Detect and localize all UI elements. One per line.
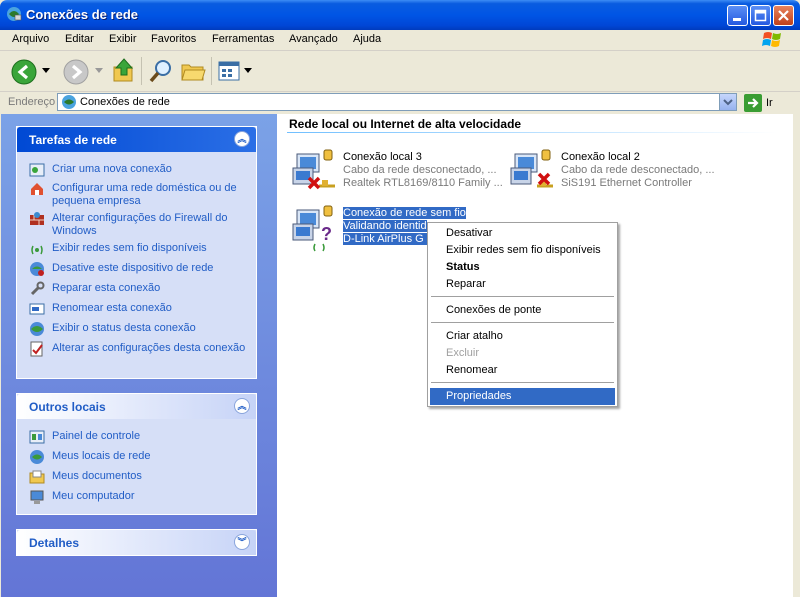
menu-editar[interactable]: Editar — [65, 33, 94, 45]
connection-name: Conexão de rede sem fio — [343, 207, 466, 219]
folders-icon[interactable] — [179, 57, 207, 85]
menu-ajuda[interactable]: Ajuda — [353, 33, 381, 45]
wireless-connection-icon: ? — [292, 205, 333, 252]
views-icon[interactable] — [217, 59, 243, 83]
other-places-header[interactable]: Outros locais ︽ — [17, 394, 256, 419]
title-bar[interactable]: Conexões de rede — [0, 0, 800, 30]
status-icon — [30, 322, 44, 336]
maximize-button[interactable] — [750, 5, 771, 26]
close-icon — [778, 10, 789, 21]
connection-status: Cabo da rede desconectado, ... — [561, 164, 715, 176]
network-tasks-header[interactable]: Tarefas de rede ︽ — [17, 127, 256, 152]
wireless-icon — [31, 245, 43, 255]
settings-icon — [30, 341, 43, 357]
ctx-separator — [431, 296, 614, 297]
task-pane: Tarefas de rede ︽ Criar uma nova conexão… — [1, 114, 277, 597]
connection-name: Conexão local 3 — [343, 151, 422, 163]
network-tasks-panel: Tarefas de rede ︽ Criar uma nova conexão… — [16, 126, 257, 379]
menu-arquivo[interactable]: Arquivo — [12, 33, 49, 45]
network-tasks-title: Tarefas de rede — [29, 133, 117, 147]
toolbar — [0, 51, 800, 92]
connection-status: Validando identid — [343, 220, 427, 232]
details-header[interactable]: Detalhes ︾ — [17, 530, 256, 555]
ctx-create-shortcut[interactable]: Criar atalho — [430, 328, 615, 345]
ctx-repair[interactable]: Reparar — [430, 276, 615, 293]
address-input[interactable]: Conexões de rede — [57, 93, 737, 111]
ctx-separator — [431, 322, 614, 323]
home-network-icon — [31, 183, 43, 195]
forward-icon[interactable] — [62, 58, 90, 86]
search-icon[interactable] — [147, 57, 175, 85]
details-title: Detalhes — [29, 536, 80, 550]
minimize-icon — [733, 18, 741, 21]
collapse-chevron-icon[interactable]: ︽ — [234, 398, 250, 414]
documents-icon — [29, 470, 45, 484]
other-places-panel: Outros locais ︽ Painel de controle Meus … — [16, 393, 257, 515]
back-dropdown-icon[interactable] — [42, 68, 50, 74]
address-dropdown-button[interactable] — [719, 94, 736, 110]
views-dropdown-icon[interactable] — [244, 68, 252, 74]
details-panel: Detalhes ︾ — [16, 529, 257, 556]
menu-bar: Arquivo Editar Exibir Favoritos Ferramen… — [0, 30, 800, 51]
connection-name: Conexão local 2 — [561, 151, 640, 163]
computer-icon — [30, 490, 44, 504]
connection-local-3[interactable]: Conexão local 3 Cabo da rede desconectad… — [291, 148, 511, 196]
connection-device: SiS191 Ethernet Controller — [561, 177, 692, 189]
ctx-status[interactable]: Status — [430, 259, 615, 276]
section-title: Rede local ou Internet de alta velocidad… — [289, 117, 522, 131]
rename-icon — [29, 303, 45, 315]
minimize-button[interactable] — [727, 5, 748, 26]
control-panel-icon — [29, 430, 45, 444]
svg-text:?: ? — [321, 224, 332, 244]
up-folder-icon[interactable] — [110, 57, 138, 85]
section-divider — [287, 132, 777, 133]
network-connections-icon — [7, 7, 22, 21]
windows-logo-icon — [762, 32, 781, 47]
ctx-view-wireless[interactable]: Exibir redes sem fio disponíveis — [430, 242, 615, 259]
ctx-disable[interactable]: Desativar — [430, 225, 615, 242]
network-connections-small-icon — [62, 95, 76, 109]
expand-chevron-icon[interactable]: ︾ — [234, 534, 250, 550]
go-button[interactable] — [744, 94, 762, 112]
connection-device: Realtek RTL8169/8110 Family ... — [343, 177, 503, 189]
maximize-icon — [754, 9, 767, 22]
menu-favoritos[interactable]: Favoritos — [151, 33, 196, 45]
menu-avancado[interactable]: Avançado — [289, 33, 338, 45]
repair-icon — [30, 281, 45, 296]
go-label[interactable]: Ir — [766, 97, 773, 109]
other-places-title: Outros locais — [29, 400, 106, 414]
go-arrow-icon — [748, 98, 759, 108]
network-places-icon — [30, 450, 44, 464]
address-bar: Endereço Conexões de rede Ir — [0, 92, 800, 114]
ctx-bridge[interactable]: Conexões de ponte — [430, 302, 615, 319]
window-title: Conexões de rede — [26, 7, 138, 22]
right-edge — [793, 114, 800, 597]
address-value: Conexões de rede — [80, 96, 170, 108]
close-button[interactable] — [773, 5, 794, 26]
new-connection-icon — [29, 163, 45, 177]
context-menu: Desativar Exibir redes sem fio disponíve… — [427, 222, 618, 407]
address-label: Endereço — [8, 96, 56, 108]
connection-status: Cabo da rede desconectado, ... — [343, 164, 497, 176]
menu-exibir[interactable]: Exibir — [109, 33, 137, 45]
ctx-delete: Excluir — [446, 347, 480, 359]
firewall-icon — [30, 212, 44, 225]
menu-ferramentas[interactable]: Ferramentas — [212, 33, 274, 45]
ctx-separator — [431, 382, 614, 383]
lan-disconnected-icon — [292, 149, 335, 190]
forward-dropdown-icon[interactable] — [95, 68, 103, 74]
lan-disconnected-icon — [510, 149, 553, 188]
window: Conexões de rede Arquivo Editar Exibir F… — [0, 0, 800, 597]
connection-device: D-Link AirPlus G D — [343, 233, 435, 245]
collapse-chevron-icon[interactable]: ︽ — [234, 131, 250, 147]
chevron-down-icon — [723, 99, 733, 106]
back-icon[interactable] — [10, 58, 38, 86]
connection-local-2[interactable]: Conexão local 2 Cabo da rede desconectad… — [509, 148, 729, 196]
ctx-rename[interactable]: Renomear — [430, 362, 615, 379]
disable-device-icon — [30, 262, 44, 276]
ctx-properties[interactable]: Propriedades — [430, 388, 615, 405]
